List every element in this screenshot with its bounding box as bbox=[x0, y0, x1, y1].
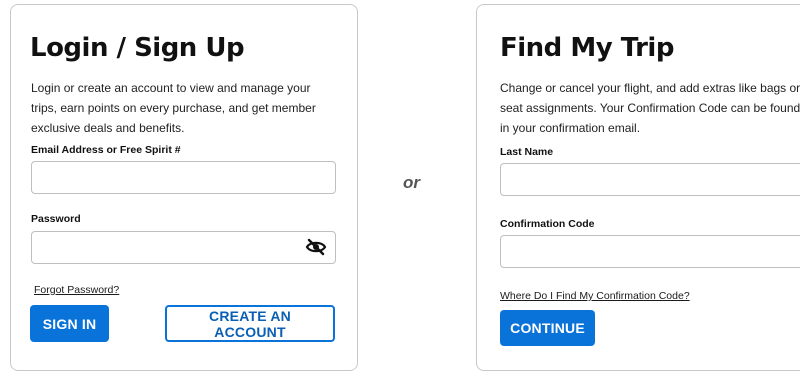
create-account-button[interactable]: CREATE AN ACCOUNT bbox=[165, 305, 335, 342]
eye-slash-icon[interactable] bbox=[305, 238, 327, 256]
sign-in-button[interactable]: SIGN IN bbox=[30, 305, 109, 342]
last-name-field[interactable] bbox=[500, 163, 800, 196]
forgot-password-link[interactable]: Forgot Password? bbox=[34, 284, 119, 296]
find-trip-card: Find My Trip Change or cancel your fligh… bbox=[476, 4, 800, 371]
continue-button[interactable]: CONTINUE bbox=[500, 310, 595, 346]
confirmation-code-field[interactable] bbox=[500, 235, 800, 268]
or-separator: or bbox=[403, 173, 420, 192]
login-description: Login or create an account to view and m… bbox=[31, 81, 316, 135]
find-trip-title: Find My Trip bbox=[500, 33, 674, 63]
login-card: Login / Sign Up Login or create an accou… bbox=[10, 4, 358, 371]
email-field[interactable] bbox=[31, 161, 336, 194]
page: Login / Sign Up Login or create an accou… bbox=[0, 0, 800, 373]
password-field[interactable] bbox=[31, 231, 336, 264]
find-trip-description: Change or cancel your flight, and add ex… bbox=[500, 81, 800, 135]
confirmation-code-label: Confirmation Code bbox=[500, 218, 595, 230]
find-code-help-link[interactable]: Where Do I Find My Confirmation Code? bbox=[500, 290, 690, 302]
last-name-label: Last Name bbox=[500, 146, 554, 158]
email-label: Email Address or Free Spirit # bbox=[31, 144, 181, 156]
login-title: Login / Sign Up bbox=[30, 33, 245, 63]
password-label: Password bbox=[31, 213, 81, 225]
